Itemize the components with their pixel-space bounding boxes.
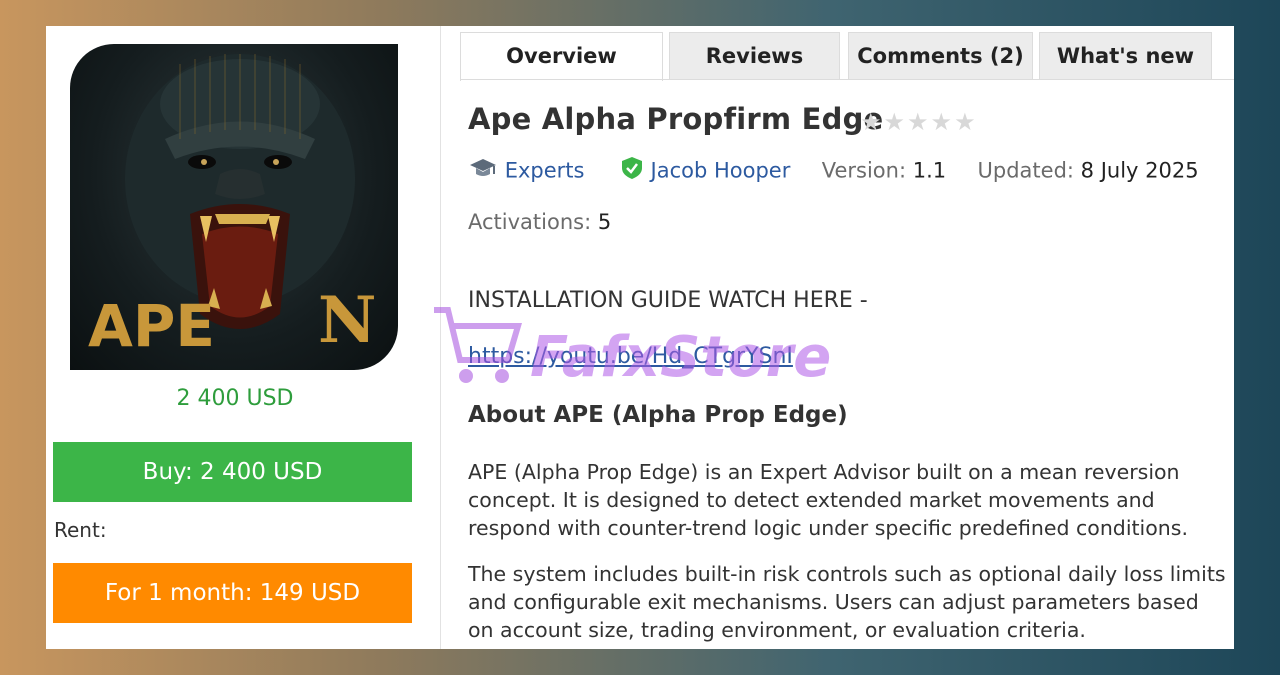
author-link[interactable]: Jacob Hooper xyxy=(651,159,791,183)
star-icon[interactable]: ★ xyxy=(907,108,929,136)
product-image: APE N xyxy=(70,44,398,370)
buy-button[interactable]: Buy: 2 400 USD xyxy=(53,442,412,502)
updated-label: Updated: xyxy=(977,158,1074,183)
graduation-cap-icon xyxy=(468,159,505,184)
logo-text-left: APE xyxy=(88,292,215,360)
activations-label: Activations: xyxy=(468,210,592,234)
description-paragraph-2: The system includes built-in risk contro… xyxy=(468,562,1226,642)
tab-comments[interactable]: Comments (2) xyxy=(848,32,1033,79)
about-heading: About APE (Alpha Prop Edge) xyxy=(468,402,848,428)
description-paragraph-1: APE (Alpha Prop Edge) is an Expert Advis… xyxy=(468,460,1188,540)
video-link[interactable]: https://youtu.be/Hd_CTgrYSnI xyxy=(468,344,793,369)
tab-reviews[interactable]: Reviews xyxy=(669,32,840,79)
price-label: 2 400 USD xyxy=(176,386,294,411)
purchase-sidebar: APE N 2 400 USD Buy: 2 400 USD Rent: For… xyxy=(46,26,441,649)
version-value: 1.1 xyxy=(912,158,947,183)
version-label: Version: xyxy=(821,158,907,183)
star-icon[interactable]: ★ xyxy=(954,108,976,136)
star-icon[interactable]: ★ xyxy=(931,108,953,136)
activations-row: Activations: 5 xyxy=(468,210,611,234)
tab-overview[interactable]: Overview xyxy=(460,32,663,81)
star-icon[interactable]: ★ xyxy=(860,108,882,136)
tab-whats-new[interactable]: What's new xyxy=(1039,32,1212,79)
rent-1-month-button[interactable]: For 1 month: 149 USD xyxy=(53,563,412,623)
category-link[interactable]: Experts xyxy=(505,159,585,183)
product-meta: Experts Jacob Hooper Version: 1.1 Update… xyxy=(468,156,1199,185)
star-icon[interactable]: ★ xyxy=(884,108,906,136)
updated-value: 8 July 2025 xyxy=(1080,158,1199,183)
gorilla-artwork: APE N xyxy=(88,54,377,360)
verified-shield-icon xyxy=(620,157,651,185)
activations-value: 5 xyxy=(597,210,612,234)
rating-stars[interactable]: ★★★★★ xyxy=(860,108,978,136)
tabs-divider xyxy=(460,79,1234,80)
product-panel: APE N 2 400 USD Buy: 2 400 USD Rent: For… xyxy=(46,26,1234,649)
install-guide-heading: INSTALLATION GUIDE WATCH HERE - xyxy=(468,288,868,313)
logo-text-right: N xyxy=(318,283,377,358)
product-title: Ape Alpha Propfirm Edge xyxy=(468,102,884,136)
rent-label: Rent: xyxy=(54,518,107,542)
